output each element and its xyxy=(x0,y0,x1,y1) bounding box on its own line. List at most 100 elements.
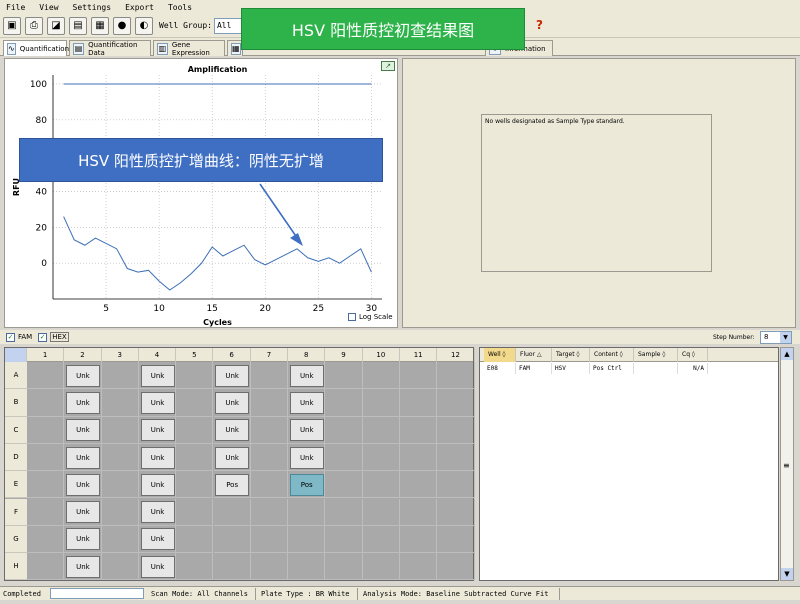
well-a8[interactable]: Unk xyxy=(289,364,324,387)
plate-cell[interactable] xyxy=(325,416,363,444)
menu-export[interactable]: Export xyxy=(125,3,154,12)
step-number-select[interactable]: 8 ▼ xyxy=(760,331,792,344)
plate-cell[interactable] xyxy=(176,389,214,417)
plate-cell[interactable] xyxy=(437,498,475,526)
plate-cell[interactable] xyxy=(400,471,438,499)
hex-checkbox[interactable]: ✓ xyxy=(38,332,48,342)
plate-cell[interactable] xyxy=(437,525,475,554)
well-e6[interactable]: Pos xyxy=(215,473,250,496)
row-header[interactable]: D xyxy=(5,443,27,472)
tab-quantification-data[interactable]: ▤ Quantification Data xyxy=(69,40,151,57)
cell-content[interactable]: Pos Ctrl xyxy=(590,363,634,374)
plate-cell[interactable] xyxy=(325,471,363,499)
row-header[interactable]: C xyxy=(5,416,27,444)
plate-cell[interactable] xyxy=(362,498,400,526)
well-h4[interactable]: Unk xyxy=(140,555,175,578)
save-icon[interactable]: ▣ xyxy=(3,16,21,35)
menu-tools[interactable]: Tools xyxy=(168,3,192,12)
plate-cell[interactable] xyxy=(27,389,65,417)
plate-cell[interactable] xyxy=(400,525,438,554)
column-header[interactable]: 4 xyxy=(139,348,177,362)
plate-cell[interactable] xyxy=(213,553,251,581)
plate-cell[interactable] xyxy=(400,416,438,444)
row-header[interactable]: H xyxy=(5,553,27,581)
plate-cell[interactable] xyxy=(176,553,214,581)
header-content[interactable]: Content ◊ xyxy=(590,348,634,362)
row-header[interactable]: A xyxy=(5,362,27,390)
plate-cell[interactable] xyxy=(27,525,65,554)
plate-cell[interactable] xyxy=(250,389,289,417)
plate-cell[interactable] xyxy=(362,553,400,581)
column-header[interactable]: 5 xyxy=(176,348,214,362)
header-sample[interactable]: Sample ◊ xyxy=(634,348,678,362)
plate-cell[interactable] xyxy=(27,416,65,444)
well-e4[interactable]: Unk xyxy=(140,473,175,496)
scroll-up-icon[interactable]: ▲ xyxy=(781,348,793,360)
well-c4[interactable]: Unk xyxy=(140,419,175,442)
row-header[interactable]: E xyxy=(5,471,27,499)
plate-cell[interactable] xyxy=(27,443,65,472)
menu-view[interactable]: View xyxy=(39,3,58,12)
well-g2[interactable]: Unk xyxy=(65,528,100,551)
plate-cell[interactable] xyxy=(362,416,400,444)
column-header[interactable]: 3 xyxy=(102,348,139,362)
log-scale-option[interactable]: Log Scale xyxy=(348,313,393,321)
header-fluor[interactable]: Fluor △ xyxy=(516,348,552,362)
plate-cell[interactable] xyxy=(362,362,400,390)
cell-cq[interactable]: N/A xyxy=(678,363,708,374)
scroll-grip-icon[interactable]: ≡ xyxy=(783,461,790,470)
well-e8[interactable]: Pos xyxy=(289,473,324,496)
plate-cell[interactable] xyxy=(325,443,363,472)
fam-checkbox[interactable]: ✓ xyxy=(6,332,15,342)
plate-cell[interactable] xyxy=(362,471,400,499)
well-b4[interactable]: Unk xyxy=(140,391,175,414)
plate-cell[interactable] xyxy=(213,525,251,554)
plate-cell[interactable] xyxy=(288,525,326,554)
well-b8[interactable]: Unk xyxy=(289,391,324,414)
well-c2[interactable]: Unk xyxy=(65,419,100,442)
well-d4[interactable]: Unk xyxy=(140,446,175,469)
chart-icon[interactable]: ◪ xyxy=(47,16,65,35)
plate-cell[interactable] xyxy=(325,362,363,390)
well-b6[interactable]: Unk xyxy=(215,391,250,414)
column-header[interactable]: 7 xyxy=(251,348,289,362)
plate-cell[interactable] xyxy=(325,498,363,526)
plate-cell[interactable] xyxy=(101,525,139,554)
plate-cell[interactable] xyxy=(101,416,139,444)
scroll-down-icon[interactable]: ▼ xyxy=(781,568,793,580)
column-header[interactable]: 11 xyxy=(400,348,438,362)
cell-target[interactable]: HSV xyxy=(552,363,590,374)
plate-cell[interactable] xyxy=(437,471,475,499)
plate-cell[interactable] xyxy=(176,443,214,472)
print-icon[interactable]: ⎙ xyxy=(25,16,43,35)
well-f2[interactable]: Unk xyxy=(65,501,100,524)
plate-cell[interactable] xyxy=(325,525,363,554)
plate-cell[interactable] xyxy=(437,389,475,417)
plate-cell[interactable] xyxy=(27,471,65,499)
column-header[interactable]: 1 xyxy=(27,348,65,362)
plate-cell[interactable] xyxy=(250,553,289,581)
row-header[interactable]: G xyxy=(5,525,27,554)
palette-icon[interactable]: ◐ xyxy=(135,16,153,35)
menu-file[interactable]: File xyxy=(6,3,25,12)
plate-cell[interactable] xyxy=(27,553,65,581)
well-a4[interactable]: Unk xyxy=(140,364,175,387)
plate-cell[interactable] xyxy=(250,525,289,554)
plate-cell[interactable] xyxy=(27,362,65,390)
column-header[interactable]: 9 xyxy=(325,348,363,362)
plate-cell[interactable] xyxy=(176,362,214,390)
cell-fluor[interactable]: FAM xyxy=(516,363,552,374)
color-icon[interactable]: ● xyxy=(113,16,131,35)
well-c8[interactable]: Unk xyxy=(289,419,324,442)
plate-cell[interactable] xyxy=(176,471,214,499)
well-a2[interactable]: Unk xyxy=(65,364,100,387)
plate-icon[interactable]: ▦ xyxy=(91,16,109,35)
plate-cell[interactable] xyxy=(437,362,475,390)
well-d6[interactable]: Unk xyxy=(215,446,250,469)
header-target[interactable]: Target ◊ xyxy=(552,348,590,362)
plate-cell[interactable] xyxy=(400,362,438,390)
plate-cell[interactable] xyxy=(101,443,139,472)
plate-cell[interactable] xyxy=(250,416,289,444)
well-a6[interactable]: Unk xyxy=(215,364,250,387)
plate-cell[interactable] xyxy=(176,416,214,444)
